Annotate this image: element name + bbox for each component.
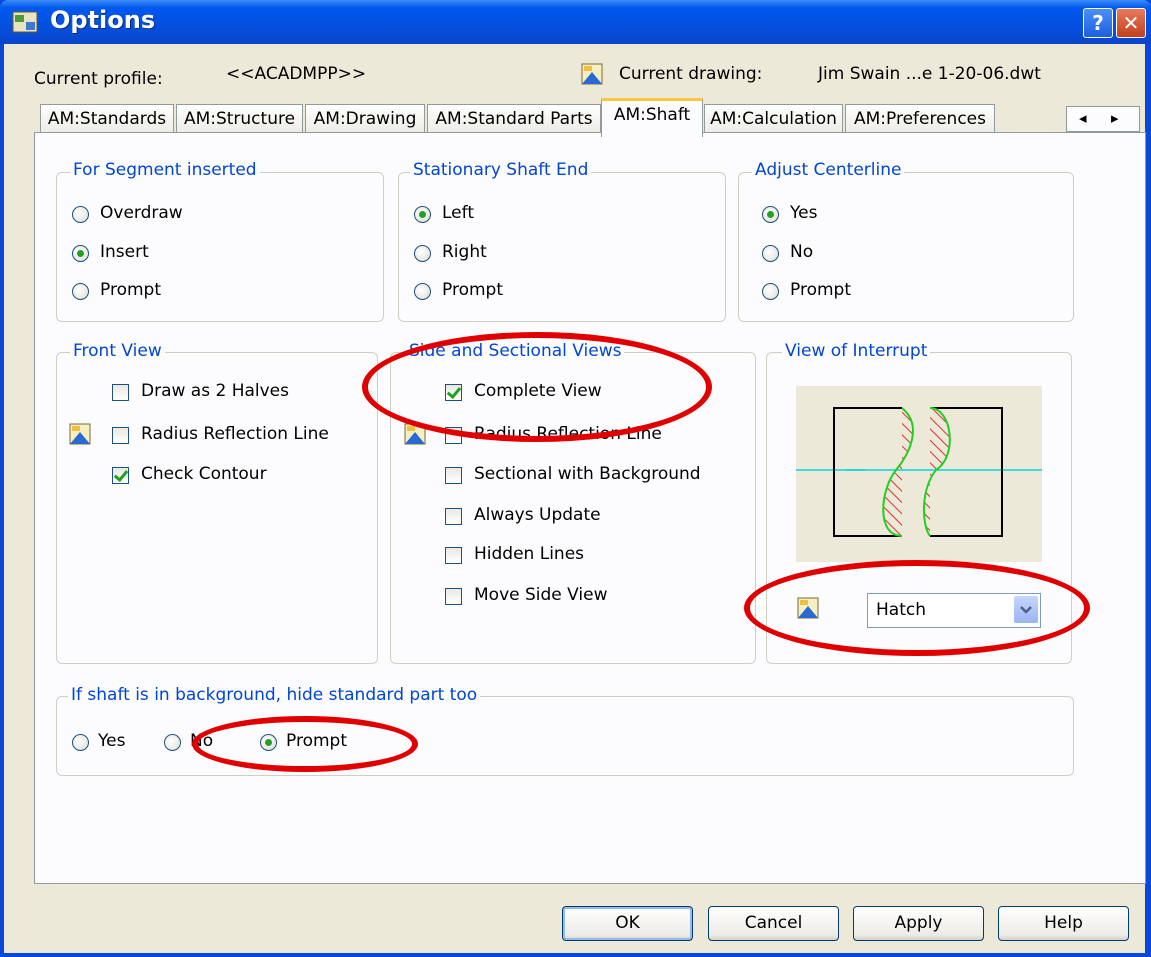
tab-am-standards[interactable]: AM:Standards	[40, 104, 174, 133]
tab-am-calculation[interactable]: AM:Calculation	[704, 104, 843, 133]
segment-insert-label: Insert	[100, 242, 149, 262]
centerline-no-label: No	[790, 242, 814, 262]
sectional-background-checkbox[interactable]	[445, 467, 462, 484]
segment-insert-radio[interactable]	[72, 245, 89, 262]
drawing-icon	[797, 597, 819, 619]
centerline-group	[738, 172, 1074, 322]
tab-am-preferences[interactable]: AM:Preferences	[845, 104, 995, 133]
always-update-checkbox[interactable]	[445, 508, 462, 525]
hidden-lines-checkbox[interactable]	[445, 547, 462, 564]
move-side-view-label: Move Side View	[474, 585, 608, 605]
background-group-title: If shaft is in background, hide standard…	[68, 685, 481, 705]
chevron-down-icon[interactable]	[1014, 596, 1038, 623]
always-update-label: Always Update	[474, 505, 601, 525]
front-view-group-title: Front View	[70, 341, 165, 361]
segment-overdraw-radio[interactable]	[72, 206, 89, 223]
side-radius-reflection-checkbox[interactable]	[445, 427, 462, 444]
close-button[interactable]: ✕	[1116, 8, 1146, 38]
centerline-prompt-label: Prompt	[790, 280, 851, 300]
ok-button[interactable]: OK	[562, 906, 693, 941]
check-contour-checkbox[interactable]	[112, 467, 129, 484]
segment-group-title: For Segment inserted	[70, 160, 260, 180]
drawing-icon	[404, 423, 426, 445]
stationary-left-label: Left	[442, 203, 474, 223]
drawing-icon	[581, 63, 603, 85]
stationary-right-label: Right	[442, 242, 487, 262]
centerline-group-title: Adjust Centerline	[752, 160, 905, 180]
current-profile-value: <<ACADMPP>>	[226, 64, 367, 84]
tab-am-structure[interactable]: AM:Structure	[176, 104, 303, 133]
background-prompt-label: Prompt	[286, 731, 347, 751]
interrupt-group-title: View of Interrupt	[782, 341, 931, 361]
tab-am-shaft[interactable]: AM:Shaft	[601, 98, 703, 137]
side-radius-reflection-label: Radius Reflection Line	[474, 424, 662, 444]
current-profile-label: Current profile:	[34, 69, 163, 89]
background-yes-radio[interactable]	[72, 734, 89, 751]
draw-two-halves-checkbox[interactable]	[112, 384, 129, 401]
help-title-button[interactable]: ?	[1083, 8, 1113, 38]
centerline-prompt-radio[interactable]	[762, 283, 779, 300]
move-side-view-checkbox[interactable]	[445, 588, 462, 605]
tab-am-standard-parts[interactable]: AM:Standard Parts	[427, 104, 601, 133]
stationary-group-title: Stationary Shaft End	[410, 160, 592, 180]
sectional-background-label: Sectional with Background	[474, 464, 701, 484]
segment-prompt-label: Prompt	[100, 280, 161, 300]
segment-overdraw-label: Overdraw	[100, 203, 183, 223]
segment-prompt-radio[interactable]	[72, 283, 89, 300]
options-app-icon	[12, 11, 38, 33]
tab-scroll-left-icon[interactable]: ◂	[1079, 109, 1087, 127]
background-yes-label: Yes	[98, 731, 126, 751]
cancel-button[interactable]: Cancel	[708, 906, 839, 941]
tab-am-drawing[interactable]: AM:Drawing	[305, 104, 425, 133]
background-no-label: No	[190, 731, 214, 751]
stationary-prompt-radio[interactable]	[414, 283, 431, 300]
stationary-prompt-label: Prompt	[442, 280, 503, 300]
centerline-no-radio[interactable]	[762, 245, 779, 262]
stationary-left-radio[interactable]	[414, 206, 431, 223]
tab-scroll-right-icon[interactable]: ▸	[1111, 109, 1119, 127]
interrupt-style-value: Hatch	[876, 600, 926, 620]
front-radius-reflection-checkbox[interactable]	[112, 427, 129, 444]
interrupt-style-select[interactable]: Hatch	[867, 593, 1041, 628]
background-prompt-radio[interactable]	[260, 734, 277, 751]
help-button[interactable]: Help	[998, 906, 1129, 941]
current-drawing-label: Current drawing:	[619, 64, 763, 84]
background-no-radio[interactable]	[164, 734, 181, 751]
centerline-yes-radio[interactable]	[762, 206, 779, 223]
side-views-group-title: Side and Sectional Views	[406, 341, 625, 361]
current-drawing-value: Jim Swain ...e 1-20-06.dwt	[818, 64, 1041, 84]
drawing-icon	[69, 423, 91, 445]
title-bar[interactable]	[0, 0, 1151, 44]
check-contour-label: Check Contour	[141, 464, 267, 484]
draw-two-halves-label: Draw as 2 Halves	[141, 381, 290, 401]
stationary-right-radio[interactable]	[414, 245, 431, 262]
interrupt-preview	[796, 386, 1042, 562]
apply-button[interactable]: Apply	[853, 906, 984, 941]
front-radius-reflection-label: Radius Reflection Line	[141, 424, 329, 444]
window-title: Options	[50, 6, 156, 34]
complete-view-checkbox[interactable]	[445, 384, 462, 401]
tab-scroller: ◂ ▸	[1066, 106, 1140, 132]
complete-view-label: Complete View	[474, 381, 602, 401]
centerline-yes-label: Yes	[790, 203, 818, 223]
hidden-lines-label: Hidden Lines	[474, 544, 585, 564]
